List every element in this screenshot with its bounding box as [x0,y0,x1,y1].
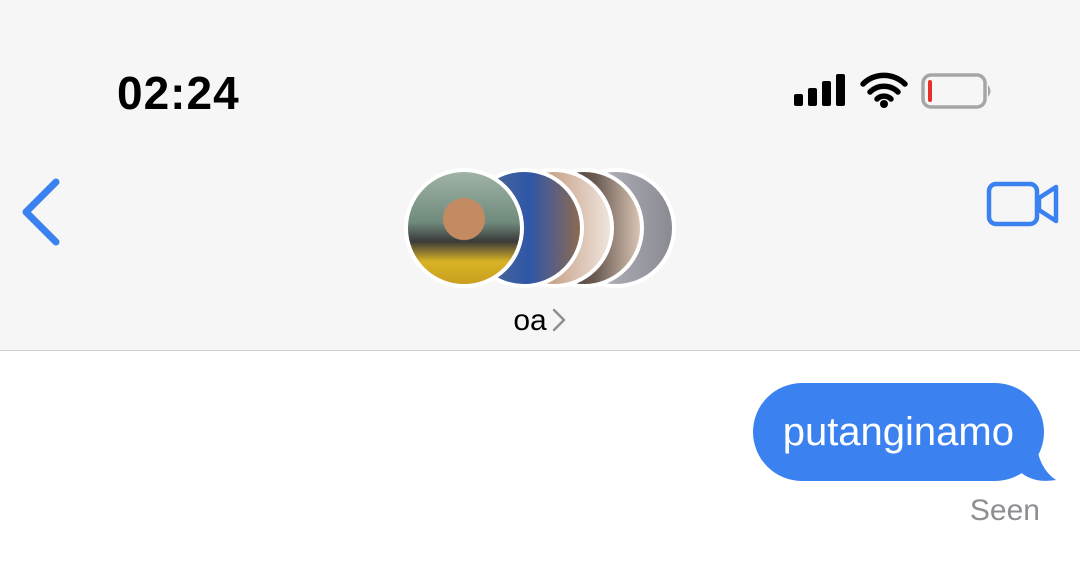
video-call-button[interactable] [986,180,1060,230]
wifi-icon [860,72,908,108]
contact-name: oa [513,304,547,337]
sent-message-bubble[interactable]: putanginamo [752,383,1044,481]
back-button[interactable] [18,176,64,248]
contact-name-link[interactable]: oa [0,304,1080,338]
battery-low-icon [921,73,991,109]
status-time: 02:24 [117,67,240,119]
chat-header: 02:24 oa [0,0,1080,351]
cellular-signal-icon [794,74,845,106]
chevron-right-icon [552,308,565,332]
read-receipt: Seen [969,494,1040,527]
avatar [404,168,524,288]
group-avatar-stack[interactable] [404,168,676,288]
